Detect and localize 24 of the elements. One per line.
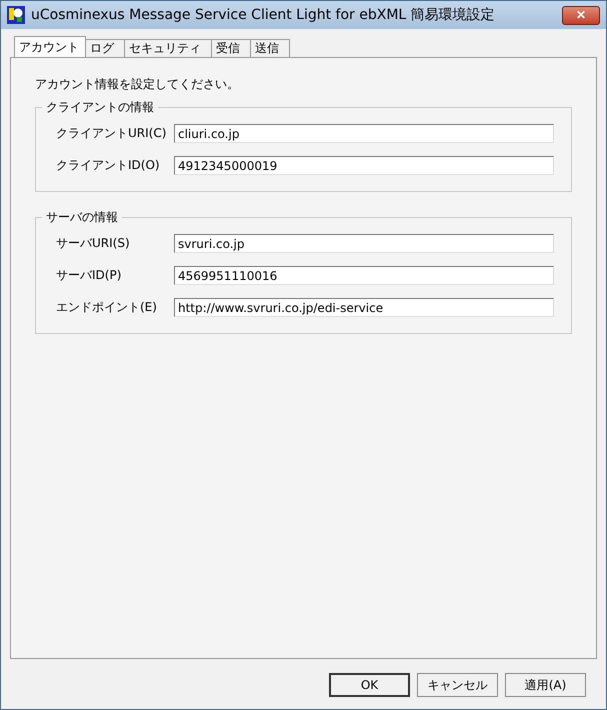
tab[interactable]: 送信	[250, 39, 290, 57]
input-field[interactable]: cliuri.co.jp	[174, 124, 554, 143]
input-field[interactable]: http://www.svruri.co.jp/edi-service	[174, 298, 554, 317]
group-title: サーバの情報	[42, 209, 122, 226]
field-label: サーバID(P)	[56, 267, 122, 284]
field-label: クライアントURI(C)	[56, 125, 168, 142]
tab[interactable]: ログ	[85, 39, 125, 57]
input-field[interactable]: 4912345000019	[174, 156, 554, 175]
field-label: クライアントID(O)	[56, 157, 161, 174]
tab[interactable]: セキュリティ	[124, 39, 212, 57]
dialog-button[interactable]: キャンセル	[417, 673, 498, 697]
dialog-button[interactable]: OK	[329, 673, 410, 697]
instruction-text: アカウント情報を設定してください。	[35, 76, 240, 93]
input-field[interactable]: 4569951110016	[174, 266, 554, 285]
close-button[interactable]: ✕	[562, 6, 600, 24]
field-label: エンドポイント(E)	[56, 299, 158, 316]
window-title: uCosminexus Message Service Client Light for ebXML 簡易環境設定	[31, 6, 496, 24]
field-label: サーバURI(S)	[56, 235, 131, 252]
tab[interactable]: アカウント	[14, 36, 86, 57]
tab[interactable]: 受信	[211, 39, 251, 57]
group-title: クライアントの情報	[42, 99, 158, 116]
input-field[interactable]: svruri.co.jp	[174, 234, 554, 253]
dialog-button[interactable]: 適用(A)	[505, 673, 586, 697]
app-icon	[7, 6, 25, 24]
